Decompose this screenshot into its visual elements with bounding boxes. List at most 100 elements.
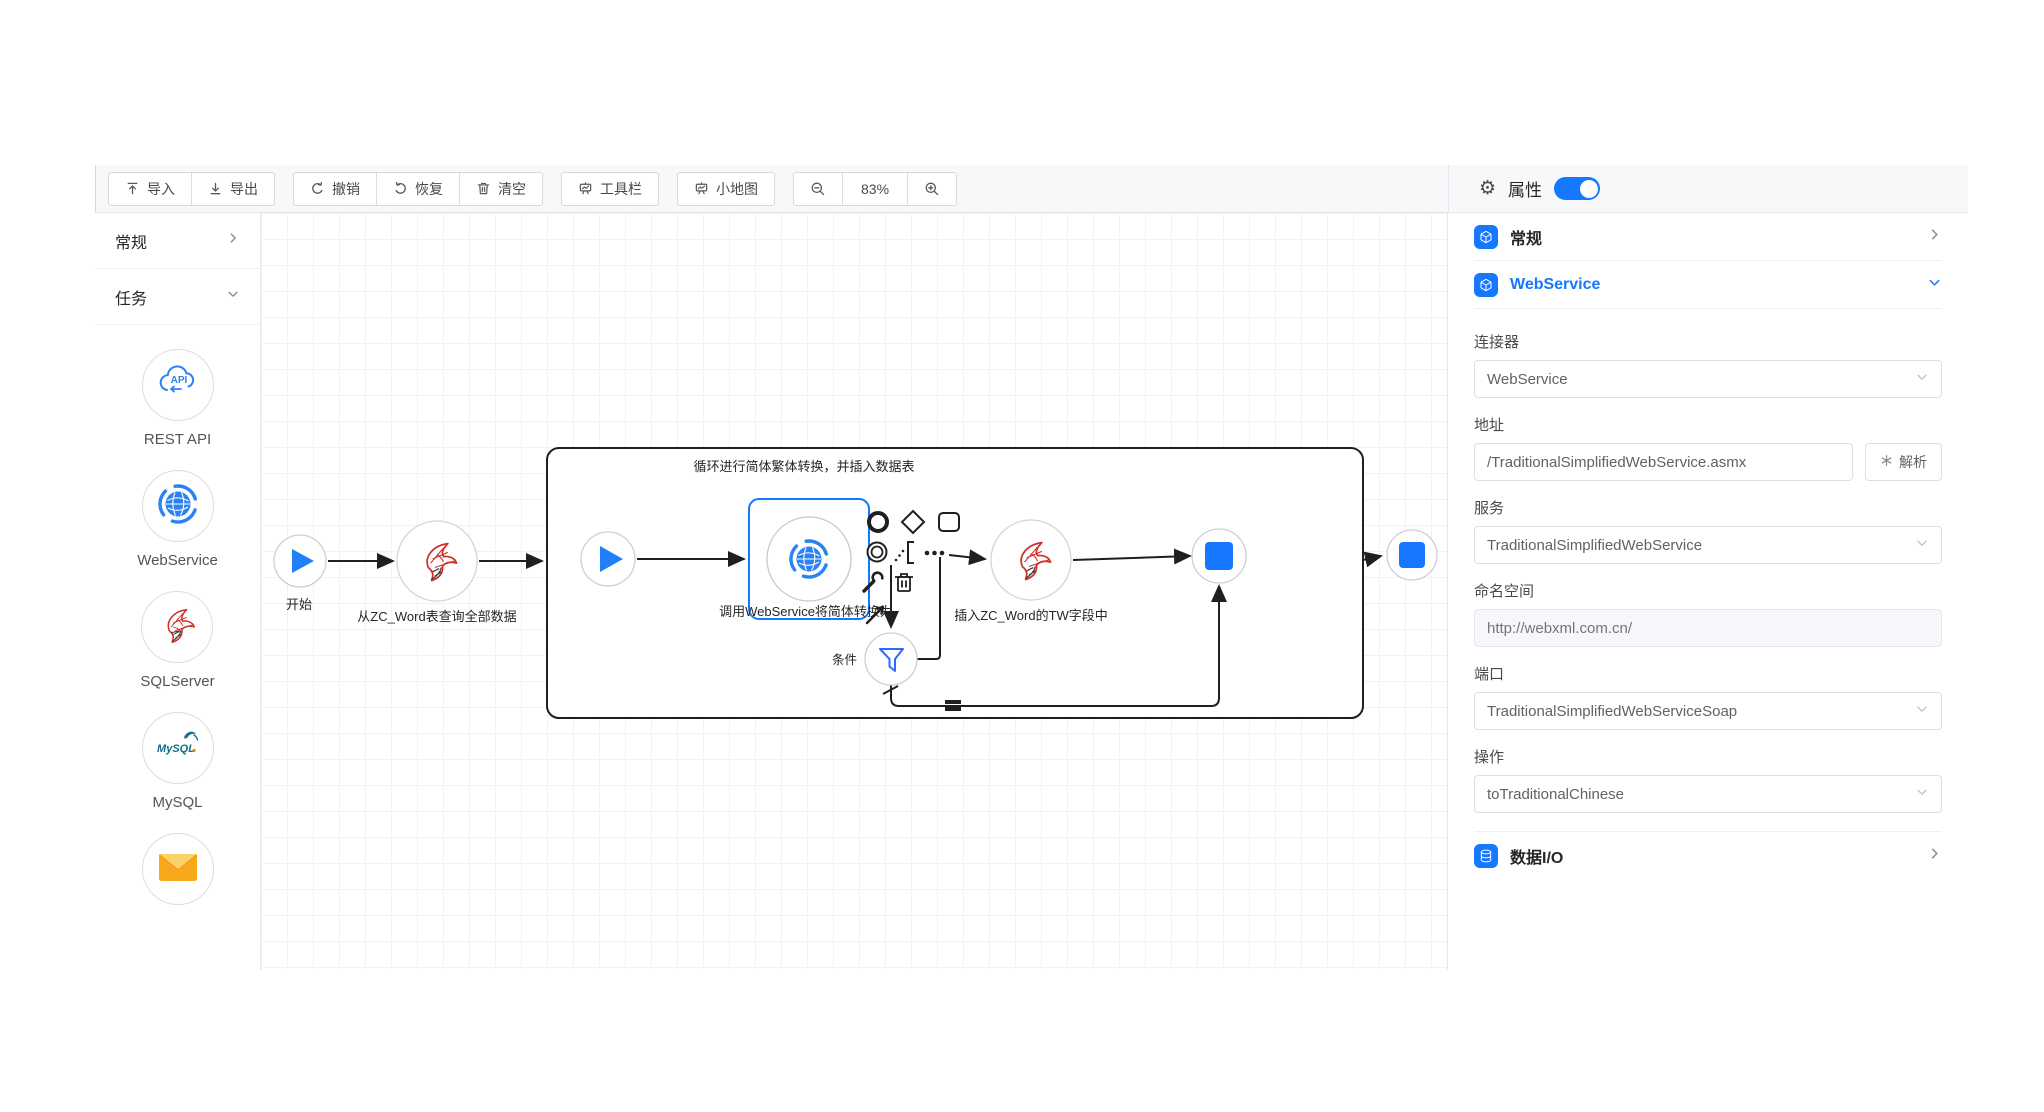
connector-select[interactable]: WebService [1474,360,1942,398]
address-input[interactable] [1487,454,1840,471]
zoom-group: 83% [793,172,957,206]
connector-label: 连接器 [1474,331,1942,352]
properties-label: 属性 [1508,176,1542,201]
toolbar-toggle-button[interactable]: 工具栏 [562,173,658,205]
undo-icon [310,181,325,196]
zoom-out-icon [810,181,826,197]
undo-button[interactable]: 撤销 [294,173,376,205]
namespace-input [1487,620,1929,637]
toolbar-toggle-label: 工具栏 [600,179,642,199]
operation-label: 操作 [1474,746,1942,767]
import-export-group: 导入 导出 [108,172,275,206]
zoom-out-button[interactable] [794,173,842,205]
redo-icon [393,181,408,196]
node-item-sqlserver[interactable]: SQLServer [140,591,214,690]
node-label: 开始 [286,597,312,612]
service-value: TraditionalSimplifiedWebService [1487,537,1702,554]
email-icon [154,843,202,896]
section-webservice[interactable]: WebService [1474,261,1942,309]
operation-select[interactable]: toTraditionalChinese [1474,775,1942,813]
resolve-button[interactable]: 解析 [1865,443,1942,481]
toolbar-toggle-group: 工具栏 [561,172,659,206]
zoom-in-icon [924,181,940,197]
node-loop-stop[interactable] [1192,529,1246,583]
database-icon [1474,844,1498,868]
section-data-io[interactable]: 数据I/O [1474,832,1942,880]
chevron-down-icon [226,287,240,306]
cube-icon [1474,273,1498,297]
properties-toggle[interactable] [1554,177,1600,200]
top-toolbar: 导入 导出 撤销 恢复 清空 [95,165,1968,213]
node-item-webservice[interactable]: WebService [137,470,218,569]
flow-canvas[interactable]: 循环进行简体繁体转换，并插入数据表 开始 [261,213,1447,970]
minimap-group: 小地图 [677,172,775,206]
minimap-icon [694,181,709,196]
node-item-label: MySQL [152,794,202,811]
port-label: 端口 [1474,663,1942,684]
node-item-email[interactable] [142,833,214,905]
export-label: 导出 [230,179,258,199]
redo-button[interactable]: 恢复 [376,173,459,205]
flow-svg[interactable]: 循环进行简体繁体转换，并插入数据表 开始 [261,213,1447,970]
export-button[interactable]: 导出 [191,173,274,205]
port-select[interactable]: TraditionalSimplifiedWebServiceSoap [1474,692,1942,730]
node-label: 插入ZC_Word的TW字段中 [954,608,1108,623]
zoom-in-button[interactable] [908,173,956,205]
chevron-down-icon [1915,785,1929,803]
chevron-down-icon [1915,702,1929,720]
minimap-label: 小地图 [716,179,758,199]
node-label: 调用WebService将简体转换为 [719,604,893,619]
gear-icon: ⚙ [1479,179,1496,198]
properties-header: ⚙ 属性 [1448,165,1968,212]
more-dots-icon[interactable] [925,551,945,556]
webservice-form: 连接器 WebService 地址 解析 服务 [1474,309,1942,832]
stop-icon [1205,542,1233,570]
chevron-down-icon [1915,536,1929,554]
address-label: 地址 [1474,414,1942,435]
node-item-mysql[interactable]: MySQL MySQL [142,712,214,811]
node-start[interactable]: 开始 [274,535,326,612]
resolve-label: 解析 [1899,452,1927,472]
node-item-label: WebService [137,552,218,569]
import-icon [125,181,140,196]
loop-group-box[interactable] [547,448,1363,718]
service-select[interactable]: TraditionalSimplifiedWebService [1474,526,1942,564]
stop-icon [1399,542,1425,568]
shape-square-icon[interactable] [939,513,959,531]
section-label: 数据I/O [1510,844,1915,868]
zoom-level: 83% [842,173,908,205]
address-field-wrap [1474,443,1853,481]
clear-button[interactable]: 清空 [459,173,542,205]
shape-ring-icon[interactable] [868,543,887,562]
section-label: WebService [1510,276,1915,294]
loop-group-title: 循环进行简体繁体转换，并插入数据表 [693,459,914,474]
sidebar-group-general-label: 常规 [115,229,147,253]
minimap-button[interactable]: 小地图 [678,173,774,205]
node-loop-start[interactable] [581,532,635,586]
sparkle-icon [1880,454,1893,470]
rest-api-icon: API [154,359,202,412]
node-label: 条件 [832,653,857,667]
namespace-label: 命名空间 [1474,580,1942,601]
node-end[interactable] [1387,530,1437,580]
edge-loop-end[interactable] [1363,556,1381,560]
chevron-right-icon [1927,846,1942,866]
sidebar-group-general[interactable]: 常规 [95,213,260,269]
svg-text:API: API [170,375,187,386]
trash-icon [476,181,491,196]
mysql-icon: MySQL [154,722,202,775]
shape-circle-icon[interactable] [869,513,887,531]
chevron-right-icon [1927,227,1942,247]
sidebar-group-tasks[interactable]: 任务 [95,269,260,325]
node-library-sidebar: 常规 任务 API REST API [95,213,261,970]
node-item-rest-api[interactable]: API REST API [142,349,214,448]
webservice-icon [154,480,202,533]
undo-label: 撤销 [332,179,360,199]
import-label: 导入 [147,179,175,199]
node-sql-query[interactable]: 从ZC_Word表查询全部数据 [357,521,516,624]
export-icon [208,181,223,196]
import-button[interactable]: 导入 [109,173,191,205]
app-window: 导入 导出 撤销 恢复 清空 [0,0,2044,1112]
connector-value: WebService [1487,371,1568,388]
section-general[interactable]: 常规 [1474,213,1942,261]
